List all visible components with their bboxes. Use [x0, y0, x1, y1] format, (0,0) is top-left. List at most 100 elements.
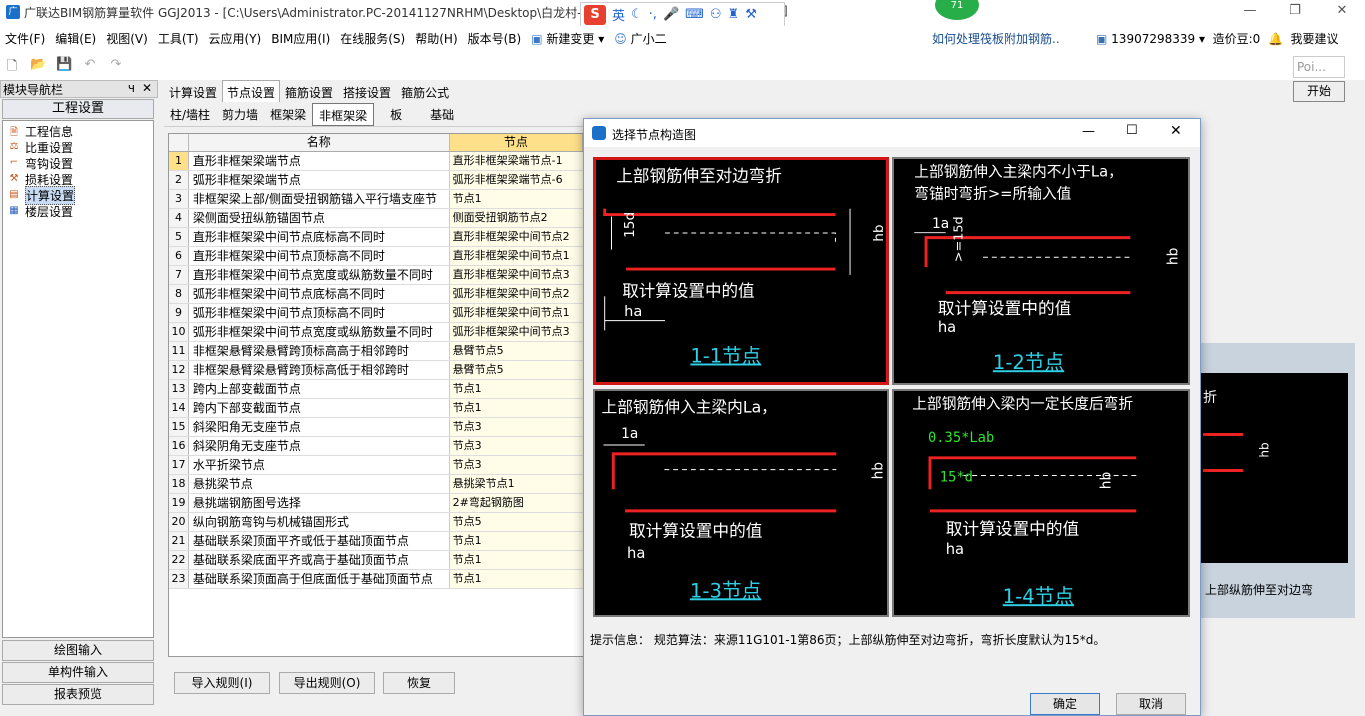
table-row[interactable]: 20 纵向钢筋弯钩与机械锚固形式 节点5 [169, 513, 583, 532]
table-row[interactable]: 14 跨内下部变截面节点 节点1 [169, 399, 583, 418]
menu-bim[interactable]: BIM应用(I) [266, 30, 335, 47]
menu-file[interactable]: 文件(F) [0, 30, 50, 47]
ime-toolbar[interactable]: S 英 ☾ ·, 🎤 ⌨ ⚇ ♜ ⚒ [580, 2, 785, 27]
keyboard-icon[interactable]: ⌨ [685, 7, 704, 22]
row-node-cell[interactable]: 节点1 [449, 399, 583, 417]
table-row[interactable]: 17 水平折梁节点 节点3 [169, 456, 583, 475]
table-row[interactable]: 2 弧形非框架梁端节点 弧形非框架梁端节点-6 [169, 171, 583, 190]
table-row[interactable]: 16 斜梁阴角无支座节点 节点3 [169, 437, 583, 456]
export-rules-button[interactable]: 导出规则(O) [279, 672, 375, 694]
tab-stirrup[interactable]: 箍筋设置 [280, 80, 338, 102]
tab-calc[interactable]: 计算设置 [164, 80, 222, 102]
row-node-cell[interactable]: 悬臂节点5 [449, 342, 583, 360]
close-icon[interactable]: ✕ [1332, 3, 1352, 21]
restore-icon[interactable]: ❐ [1285, 3, 1305, 21]
node-option-1-1[interactable]: 上部钢筋伸至对边弯折 15d hb ha 取计算设置中的值 1-1节点 [593, 157, 889, 385]
table-row[interactable]: 18 悬挑梁节点 悬挑梁节点1 [169, 475, 583, 494]
nav-title[interactable]: 工程设置 [2, 99, 154, 119]
phone-number[interactable]: 13907298339 [1111, 32, 1195, 46]
row-node-cell[interactable]: 弧形非框架梁端节点-6 [449, 171, 583, 189]
row-node-cell[interactable]: 2#弯起钢筋图 [449, 494, 583, 512]
microphone-icon[interactable]: 🎤 [663, 7, 679, 22]
minimize-icon[interactable]: — [1240, 3, 1260, 21]
save-icon[interactable]: 💾 [56, 57, 72, 73]
tree-item-weight[interactable]: ⚖ 比重设置 [3, 139, 153, 155]
table-row[interactable]: 22 基础联系梁底面平齐或高于基础顶面节点 节点1 [169, 551, 583, 570]
ok-button[interactable]: 确定 [1030, 693, 1100, 715]
menu-cloud[interactable]: 云应用(Y) [204, 30, 267, 47]
tab-frame-beam[interactable]: 框架梁 [264, 103, 312, 126]
table-row[interactable]: 10 弧形非框架梁中间节点宽度或纵筋数量不同时 弧形非框架梁中间节点3 [169, 323, 583, 342]
cancel-button[interactable]: 取消 [1116, 693, 1186, 715]
row-node-cell[interactable]: 直形非框架梁端节点-1 [449, 152, 583, 170]
table-row[interactable]: 8 弧形非框架梁中间节点底标高不同时 弧形非框架梁中间节点2 [169, 285, 583, 304]
node-option-1-2[interactable]: 上部钢筋伸入主梁内不小于La， 弯锚时弯折>=所输入值 1a >=15d hb … [892, 157, 1190, 385]
row-node-cell[interactable]: 直形非框架梁中间节点3 [449, 266, 583, 284]
row-node-cell[interactable]: 节点1 [449, 190, 583, 208]
tab-nonframe-beam[interactable]: 非框架梁 [312, 103, 375, 126]
nav-report-preview[interactable]: 报表预览 [2, 684, 154, 705]
table-row[interactable]: 15 斜梁阳角无支座节点 节点3 [169, 418, 583, 437]
row-node-cell[interactable]: 节点3 [449, 437, 583, 455]
table-row[interactable]: 1 直形非框架梁端节点 直形非框架梁端节点-1 [169, 152, 583, 171]
row-node-cell[interactable]: 节点1 [449, 570, 583, 588]
wrench-icon[interactable]: ⚒ [745, 7, 757, 22]
menu-edit[interactable]: 编辑(E) [50, 30, 101, 47]
tab-lap[interactable]: 搭接设置 [338, 80, 396, 102]
bell-icon[interactable]: 🔔 [1268, 32, 1283, 46]
row-node-cell[interactable]: 节点1 [449, 551, 583, 569]
tree-item-project-info[interactable]: 🗎 工程信息 [3, 123, 153, 139]
row-node-cell[interactable]: 直形非框架梁中间节点1 [449, 247, 583, 265]
row-node-cell[interactable]: 直形非框架梁中间节点2 [449, 228, 583, 246]
row-node-cell[interactable]: 弧形非框架梁中间节点3 [449, 323, 583, 341]
row-node-cell[interactable]: 节点1 [449, 380, 583, 398]
tab-node[interactable]: 节点设置 [222, 80, 281, 102]
ime-mode[interactable]: 英 [612, 5, 625, 24]
suggest-link[interactable]: 我要建议 [1291, 32, 1339, 46]
table-row[interactable]: 19 悬挑端钢筋图号选择 2#弯起钢筋图 [169, 494, 583, 513]
table-row[interactable]: 11 非框架悬臂梁悬臂跨顶标高高于相邻跨时 悬臂节点5 [169, 342, 583, 361]
table-row[interactable]: 6 直形非框架梁中间节点顶标高不同时 直形非框架梁中间节点1 [169, 247, 583, 266]
table-row[interactable]: 13 跨内上部变截面节点 节点1 [169, 380, 583, 399]
tab-foundation[interactable]: 基础 [418, 103, 466, 126]
table-row[interactable]: 9 弧形非框架梁中间节点顶标高不同时 弧形非框架梁中间节点1 [169, 304, 583, 323]
tree-item-hook[interactable]: ⌐ 弯钩设置 [3, 155, 153, 171]
row-node-cell[interactable]: 侧面受扭钢筋节点2 [449, 209, 583, 227]
row-node-cell[interactable]: 悬臂节点5 [449, 361, 583, 379]
question-link[interactable]: 如何处理筏板附加钢筋.. [932, 30, 1060, 47]
nav-close-icon[interactable]: ✕ [142, 81, 152, 95]
row-node-cell[interactable]: 节点3 [449, 456, 583, 474]
table-row[interactable]: 5 直形非框架梁中间节点底标高不同时 直形非框架梁中间节点2 [169, 228, 583, 247]
import-rules-button[interactable]: 导入规则(I) [174, 672, 270, 694]
menu-online[interactable]: 在线服务(S) [335, 30, 410, 47]
table-row[interactable]: 23 基础联系梁顶面高于但底面低于基础顶面节点 节点1 [169, 570, 583, 589]
nav-single-input[interactable]: 单构件输入 [2, 662, 154, 683]
user-icon[interactable]: ⚇ [710, 7, 722, 22]
tree-item-floor[interactable]: ▦ 楼层设置 [3, 203, 153, 219]
moon-icon[interactable]: ☾ [631, 7, 643, 22]
row-node-cell[interactable]: 悬挑梁节点1 [449, 475, 583, 493]
row-node-cell[interactable]: 节点3 [449, 418, 583, 436]
row-node-cell[interactable]: 节点5 [449, 513, 583, 531]
nav-draw-input[interactable]: 绘图输入 [2, 640, 154, 661]
undo-icon[interactable]: ↶ [82, 57, 98, 73]
row-node-cell[interactable]: 弧形非框架梁中间节点2 [449, 285, 583, 303]
tab-slab[interactable]: 板 [374, 103, 418, 126]
tree-item-calc[interactable]: ▤ 计算设置 [3, 185, 153, 205]
pin-icon[interactable]: ч [128, 81, 135, 95]
shirt-icon[interactable]: ♜ [728, 7, 740, 22]
tab-column[interactable]: 柱/墙柱 [164, 103, 216, 126]
menu-tools[interactable]: 工具(T) [153, 30, 204, 47]
table-row[interactable]: 21 基础联系梁顶面平齐或低于基础顶面节点 节点1 [169, 532, 583, 551]
menu-new-change[interactable]: ▣ 新建变更 ▾ [526, 30, 609, 47]
tab-shear-wall[interactable]: 剪力墙 [216, 103, 264, 126]
menu-view[interactable]: 视图(V) [101, 30, 153, 47]
start-button[interactable]: 开始 [1293, 81, 1345, 102]
dialog-minimize-icon[interactable]: — [1082, 124, 1095, 139]
menu-version[interactable]: 版本号(B) [463, 30, 527, 47]
restore-button[interactable]: 恢复 [383, 672, 455, 694]
menu-guangxiaoer[interactable]: ☺ 广小二 [609, 30, 671, 47]
new-file-icon[interactable]: 🗋 [4, 57, 20, 74]
side-input[interactable]: Poi... [1293, 56, 1345, 78]
dialog-maximize-icon[interactable]: ☐ [1126, 123, 1138, 138]
